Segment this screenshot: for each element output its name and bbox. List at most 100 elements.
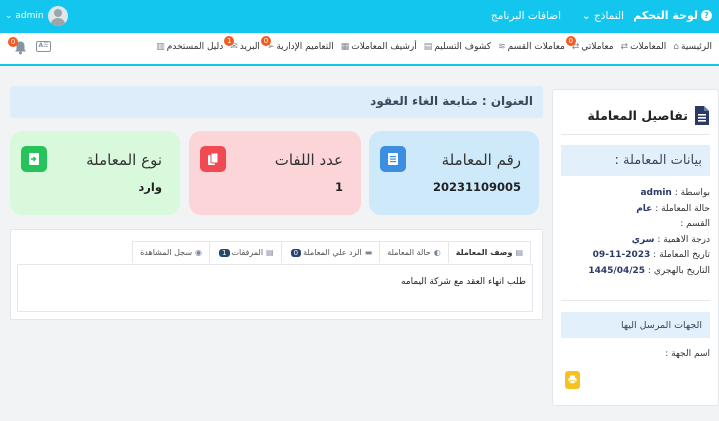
tab-count-badge: 0 <box>290 248 302 257</box>
notifications-bell[interactable]: 0 <box>8 37 28 55</box>
panel-heading: تفاصيل المعاملة <box>587 98 710 132</box>
nav-item[interactable]: أرشيف المعاملات ▦ <box>341 42 417 52</box>
detail-field-label: درجة الاهمية : <box>657 234 710 245</box>
tab-5[interactable]: ◉ سجل المشاهدة <box>132 241 211 263</box>
nav-item-label: دليل المستخدم <box>166 42 224 52</box>
file-import-icon <box>21 146 47 172</box>
nav-item[interactable]: البريد ✉ 1 <box>224 36 260 52</box>
detail-field: حالة المعاملة : عام <box>636 204 710 214</box>
nav-item[interactable]: معاملاتي ⇄ 0 <box>565 36 614 52</box>
copy-icon <box>200 146 226 172</box>
file-count-card: عدد اللفات 1 <box>189 131 361 215</box>
file-icon: ▤ <box>515 248 523 257</box>
layers-icon: ≋ <box>498 42 506 52</box>
chevron-down-icon: ⌄ <box>581 10 591 22</box>
nav-item[interactable]: معاملات القسم ≋ <box>498 42 565 52</box>
tab-2[interactable]: ◐ حالة المعاملة <box>379 241 449 263</box>
nav-item-label: التعاميم الإدارية <box>276 42 334 52</box>
notification-badge: 0 <box>8 37 18 47</box>
nav-item[interactable]: كشوف التسليم ▤ <box>424 42 491 52</box>
detail-field: درجة الاهمية : سري <box>632 235 710 245</box>
subject-title-bar: العنوان : متابعة الغاء العقود <box>10 86 543 118</box>
archive-icon: ▦ <box>340 42 350 52</box>
card-value: 20231109005 <box>432 180 521 194</box>
detail-field: القسم : <box>680 219 710 229</box>
divider <box>561 300 710 301</box>
tab-count-badge: 1 <box>219 248 230 257</box>
addons-menu[interactable]: اضافات البرنامج <box>491 10 561 22</box>
book-icon: ▥ <box>156 42 165 52</box>
detail-field-label: بواسطة : <box>674 188 710 198</box>
dashboard-label: لوحة التحكم <box>633 9 698 22</box>
tab-4[interactable]: ▤ المرفقات 1 <box>209 241 282 263</box>
avatar <box>47 6 68 26</box>
tab-1[interactable]: ▤ وصف المعاملة <box>447 241 531 263</box>
nav-item[interactable]: التعاميم الإدارية ➢ 0 <box>260 36 334 52</box>
tab-content: طلب انهاء العقد مع شركة اليمامه <box>17 264 533 312</box>
transaction-tabs-panel: ▤ وصف المعاملة ◐ حالة المعاملة ▬ الرد علي الم… <box>10 229 543 320</box>
file-icon: ▤ <box>266 248 274 257</box>
dashboard-link[interactable]: ? لوحة التحكم <box>633 9 712 22</box>
comment-icon: ▬ <box>364 248 373 257</box>
detail-field-value: admin <box>640 188 672 198</box>
detail-field-value: 1445/04/25 <box>588 265 646 276</box>
tab-label: المرفقات <box>231 248 264 257</box>
file-invoice-icon <box>695 105 709 125</box>
tab-3[interactable]: ▬ الرد علي المعاملة 0 <box>280 241 381 263</box>
tab-label: سجل المشاهدة <box>140 248 193 257</box>
nav-bar: الرئيسية ⌂ المعاملات ⇄ معاملاتي ⇄ 0 معاملات الق… <box>0 33 719 66</box>
subject-title: العنوان : متابعة الغاء العقود <box>370 94 533 108</box>
detail-field-value: 2023-11-09 <box>592 250 651 260</box>
transaction-details-panel: تفاصيل المعاملة بيانات المعاملة : بواسطة… <box>552 89 719 406</box>
nav-item-label: الرئيسية <box>681 42 712 52</box>
nav-item-label: معاملاتي <box>581 42 614 52</box>
detail-field-value: سري <box>631 234 655 245</box>
detail-field-label: حالة المعاملة : <box>655 203 710 214</box>
eye-icon: ◉ <box>195 248 203 257</box>
tab-label: حالة المعاملة <box>387 248 431 257</box>
detail-field: التاريخ بالهجري : 1445/04/25 <box>588 266 710 276</box>
print-button[interactable] <box>565 371 580 389</box>
exchange-icon: ⇄ <box>620 42 629 52</box>
card-value: 1 <box>334 180 343 194</box>
detail-field-label: التاريخ بالهجري : <box>647 265 710 276</box>
username: admin <box>15 11 44 21</box>
nav-item[interactable]: دليل المستخدم ▥ <box>156 42 223 52</box>
count-badge: 0 <box>565 36 576 46</box>
home-icon: ⌂ <box>673 42 679 52</box>
nav-item-label: المعاملات <box>630 42 667 52</box>
user-menu[interactable]: ⌄ admin <box>5 5 68 27</box>
nav-item[interactable]: الرئيسية ⌂ <box>673 42 712 52</box>
tab-label: الرد علي المعاملة <box>303 248 362 257</box>
templates-menu[interactable]: النماذج ⌄ <box>582 10 624 22</box>
detail-field-label: تاريخ المعاملة : <box>653 250 710 260</box>
half-circle-icon: ◐ <box>433 248 441 257</box>
file-icon: ▤ <box>423 42 433 52</box>
recipients-heading: الجهات المرسل اليها <box>561 312 710 338</box>
document-icon <box>380 146 406 172</box>
nav-item-label: كشوف التسليم <box>434 42 492 52</box>
nav-item[interactable]: المعاملات ⇄ <box>621 42 667 52</box>
detail-field: تاريخ المعاملة : 2023-11-09 <box>593 250 710 260</box>
top-bar: ? لوحة التحكم النماذج ⌄ اضافات البرنامج … <box>0 0 719 33</box>
transaction-data-heading: بيانات المعاملة : <box>561 145 710 176</box>
info-icon: ? <box>701 10 712 21</box>
divider <box>561 134 710 135</box>
nav-item-label: البريد <box>239 42 260 52</box>
card-label: نوع المعاملة <box>86 151 162 169</box>
detail-field-value: عام <box>636 203 653 214</box>
card-value: وارد <box>138 180 162 194</box>
tab-label: وصف المعاملة <box>455 248 513 257</box>
detail-field-label: القسم : <box>680 219 710 229</box>
count-badge: 0 <box>260 36 271 46</box>
tab-list: ▤ وصف المعاملة ◐ حالة المعاملة ▬ الرد علي الم… <box>132 241 531 263</box>
id-card-icon[interactable]: A☰ <box>36 41 51 52</box>
recipient-name-label: اسم الجهة : <box>665 349 710 359</box>
detail-field: بواسطة : admin <box>640 188 710 198</box>
chevron-down-icon: ⌄ <box>5 11 16 21</box>
transaction-type-card: نوع المعاملة وارد <box>10 131 180 215</box>
nav-items: الرئيسية ⌂ المعاملات ⇄ معاملاتي ⇄ 0 معاملات الق… <box>156 36 712 52</box>
transaction-description: طلب انهاء العقد مع شركة اليمامه <box>400 277 526 287</box>
print-icon <box>568 375 577 384</box>
nav-item-label: أرشيف المعاملات <box>351 42 417 52</box>
